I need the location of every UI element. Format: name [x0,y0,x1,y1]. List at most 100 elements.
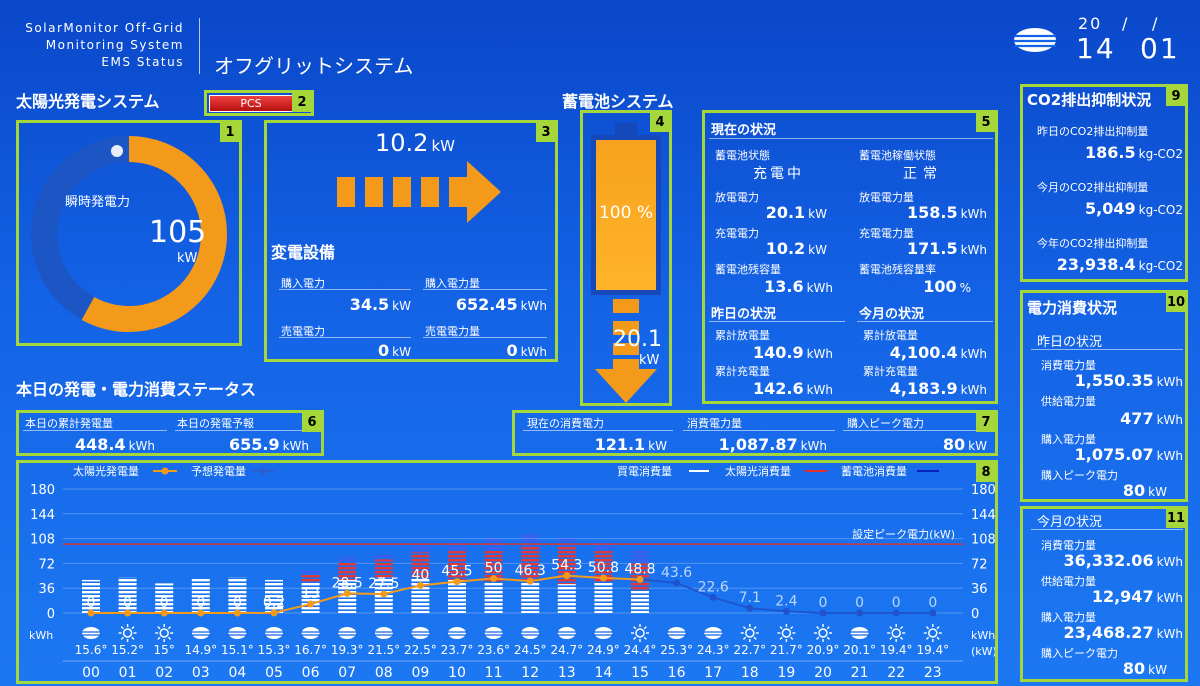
cloud-icon [190,627,211,639]
date-sep-1: / [1122,14,1128,33]
x-tick-label: 14 [594,665,612,681]
x-tick-label: 10 [448,665,466,681]
battery-body: 100 % [591,135,661,295]
cloud-icon [227,627,248,639]
remain-value: 13.6 kWh [764,277,833,296]
bar-battery-consumption [411,544,430,553]
x-tick-label: 12 [521,665,539,681]
cloud-icon [81,627,101,639]
x-tick-label: 16 [668,665,686,681]
badge-4: 4 [650,112,670,132]
today-consumption-panel: 現在の消費電力 121.1 kW 消費電力量 1,087.87 kWh 購入ピーク電… [512,410,998,456]
flow-value: 10.2 kW [375,129,455,157]
bar-purchase [557,584,576,613]
x-tick-label: 00 [82,665,100,681]
date-year: 20 [1078,14,1103,33]
badge-9: 9 [1166,86,1186,106]
solar-gen-line [91,574,641,614]
y-buy-value: 1,075.07 kWh [1074,445,1183,464]
cloud-icon [849,627,870,639]
bar-purchase [594,582,613,613]
forecast-label: 0 [855,595,864,611]
temperature-label: 23.6° [477,643,510,657]
cloud-icon [593,627,614,639]
solar-gen-label: 46.3 [515,563,546,579]
badge-7: 7 [976,412,996,432]
solar-gen-label: 0 [123,595,132,611]
month-status-title: 今月の状況 [859,307,925,322]
peak-value: 80 kW [942,435,987,454]
page-title: オフグリットシステム [214,54,414,78]
weather-cloud-icon [1012,24,1058,60]
pcs-button[interactable]: PCS [209,95,293,112]
badge-3: 3 [536,122,556,142]
m-discharge-value: 4,100.4 kWh [889,343,987,362]
solar-gen-label: 0.2 [263,595,285,611]
temperature-label: 24.9° [587,643,620,657]
state-label: 蓄電池状態 [715,149,770,162]
temperature-label: 21.5° [367,643,400,657]
x-tick-label: 15 [631,665,649,681]
solar-gen-label: 0 [233,595,242,611]
x-tick-label: 09 [411,665,429,681]
bar-battery-consumption [338,556,357,563]
charge-power-value: 10.2 kW [765,239,827,258]
y-tick-right: 72 [971,557,988,572]
hourly-chart: 0 036 3672 72108 108144 144180 180太陽光発電量 予想発電量買… [29,464,995,681]
battery-panel: 100 % 20.1 kW 4 [580,110,672,406]
solar-gen-label: 27.5 [368,576,399,592]
y-tick-left: 0 [47,607,55,622]
sun-icon [887,624,906,642]
y-tick-left: 72 [38,557,55,572]
state-value: 充電中 [753,166,804,182]
brand-line-3: EMS Status [101,55,184,69]
forecast-label: 22.6 [698,579,729,595]
temperature-label: 19.4° [916,643,949,657]
m-discharge-label: 累計放電量 [863,329,918,342]
legend-battery-cons: 蓄電池消費量 [841,464,907,478]
temperature-label: 19.3° [331,643,364,657]
m-charge-label: 累計充電量 [863,365,918,378]
x-tick-label: 07 [338,665,356,681]
badge-10: 10 [1166,292,1186,312]
bar-purchase [631,590,649,613]
solar-gen-label: 0 [160,595,169,611]
peak-line-label: 設定ピーク電力(kW) [852,527,955,541]
sell-power-value: 0 kW [378,341,411,360]
peak-label: 購入ピーク電力 [847,417,924,430]
discharge-power-value: 20.1 kW [765,203,827,222]
solar-gen-label: 45.5 [441,564,472,580]
brand-line-2: Monitoring System [45,38,184,52]
buy-energy-value: 652.45 kWh [455,295,547,314]
y-supply-value: 477 kWh [1120,409,1183,428]
cloud-icon [300,627,321,639]
y-discharge-label: 累計放電量 [715,329,770,342]
transformer-title: 変電設備 [271,243,336,262]
legend-forecast: 予想発電量 [191,464,246,478]
x-tick-label: 22 [887,665,905,681]
forecast-label: 7.1 [739,590,761,606]
battery-status-panel: 現在の状況 蓄電池状態 充電中 蓄電池稼働状態 正常 放電電力 20.1 kW 放… [702,110,998,404]
battery-level-text: 100 % [598,203,653,223]
temperature-label: 24.7° [550,643,583,657]
cloud-icon [483,627,504,639]
temperature-label: 22.5° [404,643,437,657]
solar-gen-label: 13 [302,586,320,602]
x-tick-label: 02 [155,665,173,681]
month-title: 今月の状況 [1037,515,1103,530]
badge-6: 6 [302,412,322,432]
gauge-label: 瞬時発電力 [65,195,131,210]
temperature-label: 20.9° [807,643,840,657]
solar-gauge-panel: 瞬時発電力 105 kW 1 [16,120,242,346]
temperature-label: 14.9° [184,643,217,657]
x-tick-label: 21 [851,665,869,681]
badge-5: 5 [976,112,996,132]
x-tick-label: 20 [814,665,832,681]
remain-label: 蓄電池残容量 [715,263,781,276]
cur-cons-label: 現在の消費電力 [527,417,604,430]
temperature-label: 15.2° [111,643,144,657]
legend-forecast-marker [259,467,267,475]
date-sep-2: / [1152,14,1158,33]
x-tick-label: 19 [777,665,795,681]
solar-section-title: 太陽光発電システム [16,92,160,111]
